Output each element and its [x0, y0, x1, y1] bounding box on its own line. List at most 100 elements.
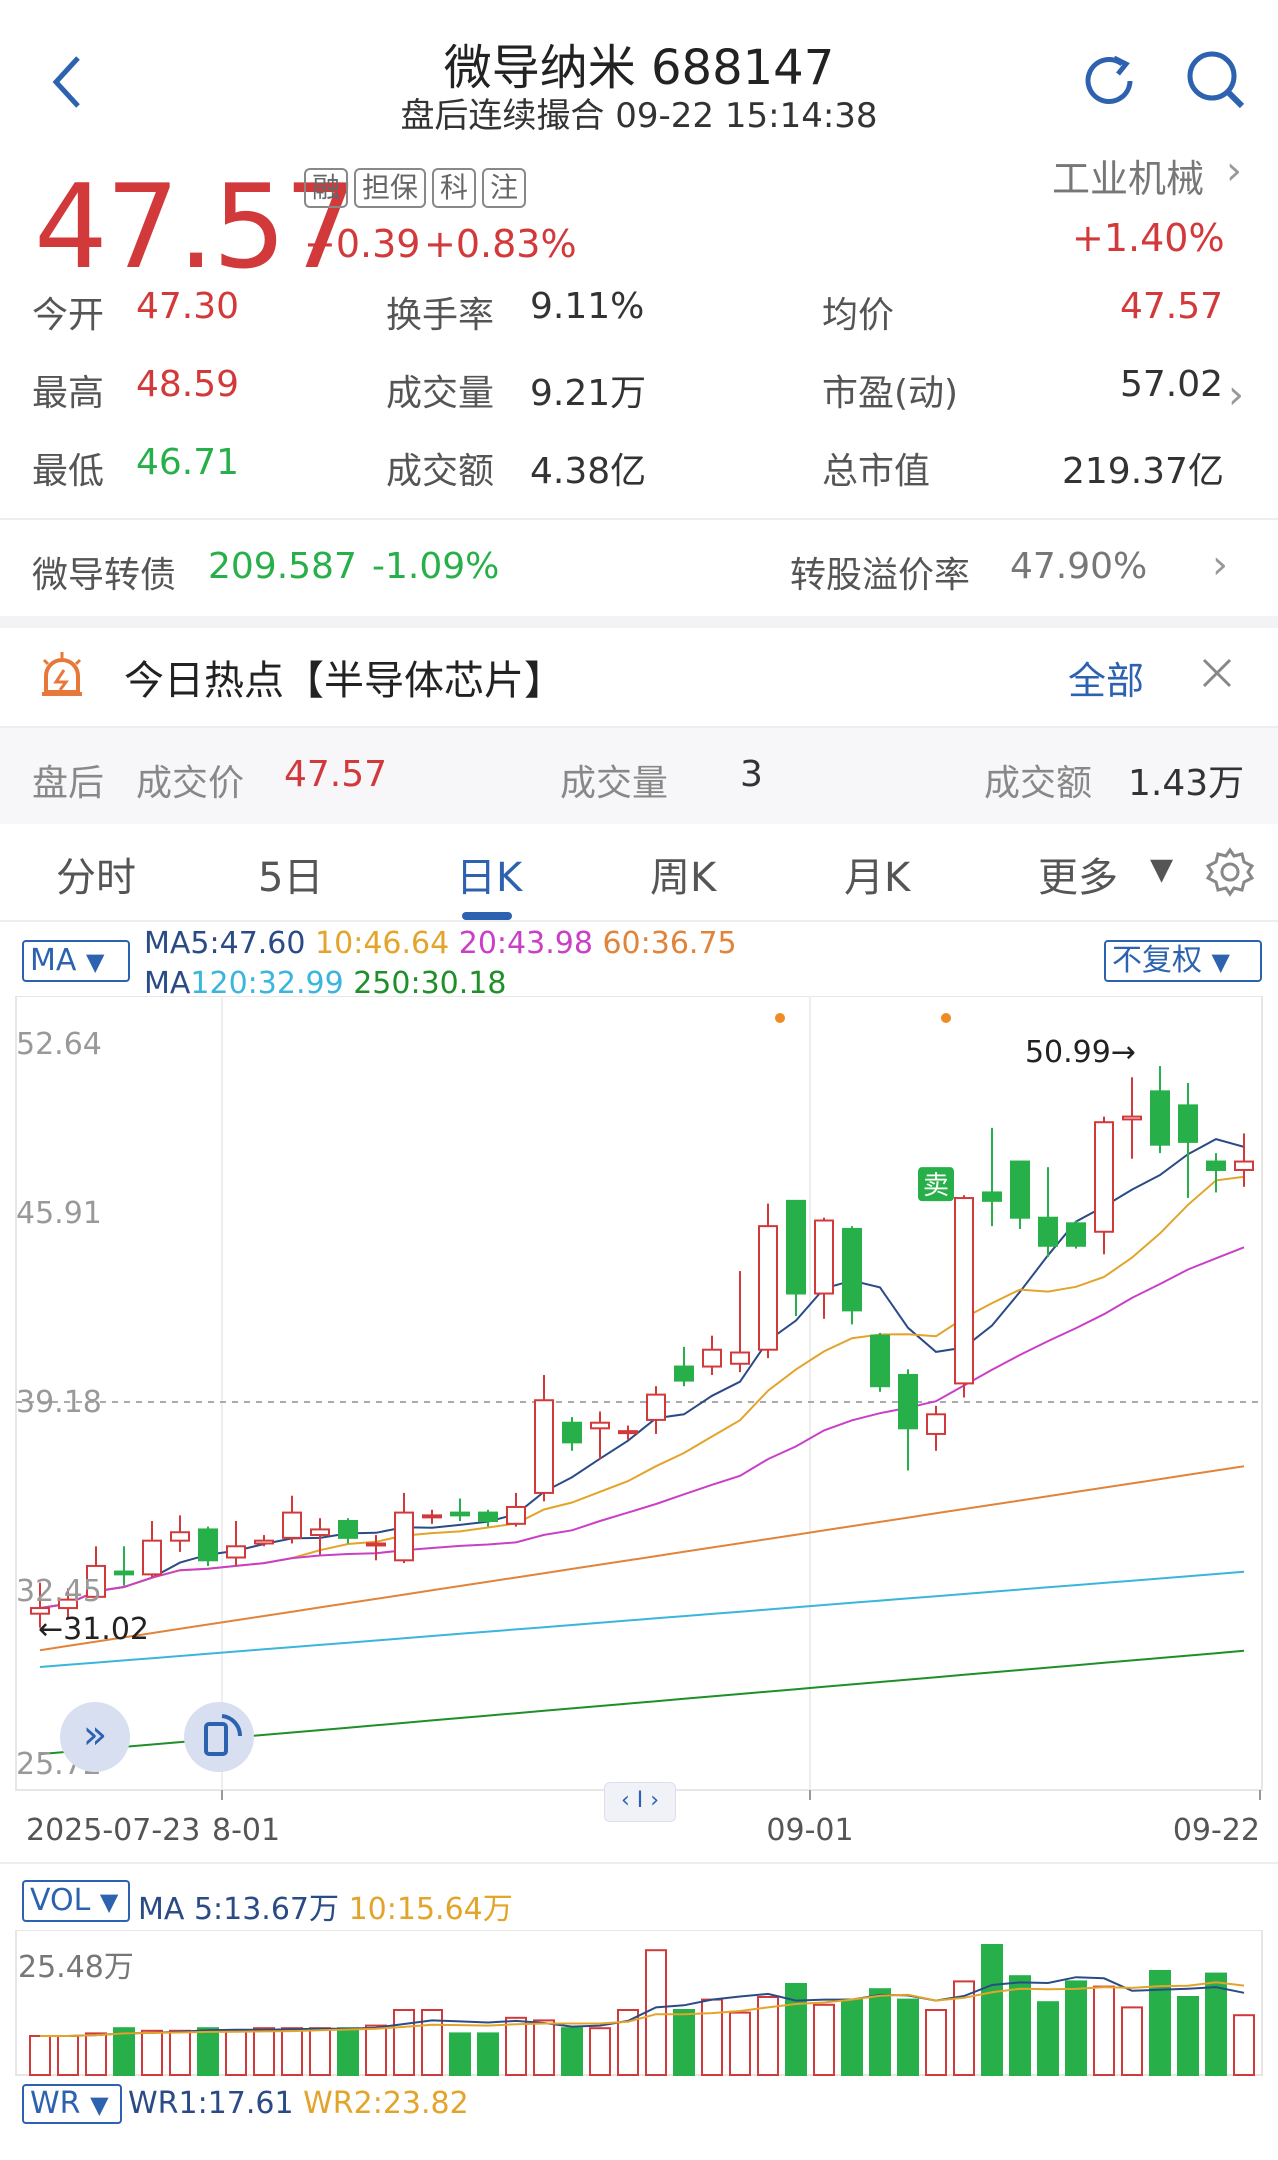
badge-registered: 注 [482, 168, 527, 208]
candle [954, 1195, 974, 1398]
turnover-label: 换手率 [386, 295, 495, 336]
candle [170, 1515, 190, 1552]
candle [282, 1495, 302, 1544]
convertible-bond-row[interactable]: 微导转债 209.587 -1.09% 转股溢价率 47.90% › [0, 520, 1278, 616]
volume-bar [281, 2027, 303, 2076]
volume-bar [197, 2027, 219, 2076]
wr-selector[interactable]: WR ▼ [22, 2084, 122, 2124]
ma20-line [39, 1246, 1245, 1610]
tab-monthly-k[interactable]: 月K [844, 845, 910, 903]
pan-handle[interactable]: ‹ I › [604, 1782, 676, 1822]
x-tick-label: 09-01 [766, 1813, 853, 1848]
caret-down-icon: ▼ [90, 2091, 109, 2119]
candle [366, 1535, 386, 1561]
tab-intraday[interactable]: 分时 [56, 845, 136, 903]
candle [982, 1127, 1002, 1227]
volume-bar [1121, 2006, 1143, 2076]
amount-label: 成交额 [386, 451, 495, 492]
mktcap-value: 219.37亿 [1062, 451, 1224, 492]
volume-bar [1233, 2014, 1255, 2076]
candle-body [590, 1421, 610, 1430]
bond-price: 209.587 [208, 546, 357, 587]
volume-bar [869, 1988, 891, 2077]
candle [1234, 1133, 1254, 1187]
volume-bar [113, 2027, 135, 2076]
candle [478, 1509, 498, 1527]
close-icon[interactable] [1200, 656, 1234, 690]
caret-down-icon: ▼ [99, 1888, 119, 1916]
candle-body [870, 1334, 890, 1388]
fast-forward-icon[interactable]: » [60, 1702, 130, 1772]
candle-body [422, 1514, 442, 1519]
search-icon[interactable] [1184, 48, 1248, 112]
pe-value: 57.02 [1120, 364, 1224, 405]
candle [842, 1226, 862, 1325]
industry-change: +1.40% [1072, 216, 1225, 260]
candle [870, 1332, 890, 1392]
pe-label[interactable]: 市盈(动) [822, 364, 958, 416]
candle-body [450, 1511, 470, 1517]
bond-change: -1.09% [372, 546, 500, 587]
rotate-screen-icon[interactable] [184, 1702, 254, 1772]
divider [0, 1862, 1278, 1864]
volume-bar [337, 2027, 359, 2076]
high-value: 48.59 [136, 364, 240, 405]
ah-price-label: 成交价 [136, 763, 245, 804]
low-annotation: ←31.02 [38, 1612, 149, 1647]
candle-body [170, 1531, 190, 1542]
premium-label: 转股溢价率 [790, 555, 971, 596]
wr2-value: WR2:23.82 [303, 2086, 469, 2121]
ah-amt: 1.43万 [1128, 763, 1245, 804]
ma-selector[interactable]: MA ▼ [22, 940, 130, 982]
volume-bar [1009, 1975, 1031, 2077]
adjust-selector[interactable]: 不复权 ▼ [1104, 940, 1262, 982]
x-tick-label: 09-22 [1173, 1813, 1260, 1848]
settings-gear-icon[interactable] [1204, 846, 1256, 898]
candle [562, 1417, 582, 1451]
candle-body [898, 1373, 918, 1430]
industry-name[interactable]: 工业机械 [1052, 148, 1204, 203]
candle [506, 1492, 526, 1527]
volume-chart[interactable] [0, 1930, 1278, 2080]
volume-bar [841, 1998, 863, 2076]
premium-value: 47.90% [1010, 546, 1148, 587]
margin-badges: 融担保科注 [304, 168, 532, 208]
candle [898, 1369, 918, 1471]
ma10-line [39, 1175, 1245, 1610]
candle-body [1066, 1222, 1086, 1247]
high-annotation: 50.99→ [1025, 1035, 1136, 1070]
ma60-value: 60:36.75 [602, 926, 737, 961]
volume-bar [981, 1944, 1003, 2076]
hot-topic[interactable]: 今日热点【半导体芯片】 [124, 648, 564, 706]
chevron-right-icon: › [1212, 542, 1228, 588]
refresh-icon[interactable] [1078, 50, 1140, 112]
tab-5day[interactable]: 5日 [258, 845, 323, 903]
vol-selector[interactable]: VOL ▼ [22, 1880, 130, 1922]
candle-body [338, 1520, 358, 1539]
amount-value: 4.38亿 [530, 451, 647, 492]
volume-bar [169, 2029, 191, 2077]
y-tick-label: 39.18 [16, 1385, 102, 1420]
ma20-value: 20:43.98 [458, 926, 593, 961]
vol-ma10: 10:15.64万 [348, 1892, 513, 1927]
candle-body [702, 1348, 722, 1368]
volume-bar [505, 2016, 527, 2077]
all-topics-link[interactable]: 全部 [1068, 650, 1144, 705]
candle-body [842, 1227, 862, 1312]
event-dot [775, 1013, 785, 1023]
chevron-right-icon[interactable]: › [1228, 372, 1244, 418]
candle [926, 1405, 946, 1451]
chevron-right-icon[interactable]: › [1226, 148, 1242, 194]
tab-daily-k[interactable]: 日K [456, 845, 522, 903]
candle-body [730, 1351, 750, 1365]
caret-down-icon[interactable]: ▼ [1150, 852, 1173, 887]
price-change: +0.39 [304, 222, 421, 266]
tab-more[interactable]: 更多 [1038, 845, 1118, 903]
tab-weekly-k[interactable]: 周K [650, 845, 716, 903]
candle [674, 1346, 694, 1387]
sell-label: 卖 [923, 1171, 949, 1201]
candle-body [1150, 1090, 1170, 1146]
volume-bar [393, 2009, 415, 2076]
ma120-line [39, 1570, 1245, 1668]
y-tick-label: 52.64 [16, 1027, 102, 1062]
